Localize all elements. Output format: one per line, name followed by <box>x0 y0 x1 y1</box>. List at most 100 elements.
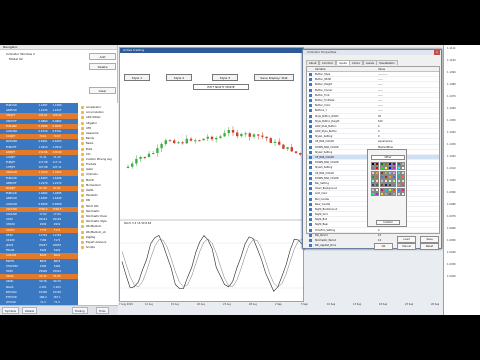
parameter-icon <box>309 166 312 170</box>
candle <box>160 142 163 153</box>
tree-item[interactable]: Model 02 <box>9 57 23 61</box>
tab-visualization[interactable]: Visualization <box>376 60 398 65</box>
price-tick: 1.1000 <box>447 179 456 182</box>
price-tick: 1.0960 <box>447 227 456 230</box>
candle <box>181 140 184 145</box>
market-watch-panel: EURUSD 1.1087 1.1089 GBPUSD 1.2445 1.2447 USDJ… <box>0 103 118 315</box>
parameter-icon <box>309 176 312 180</box>
close-icon[interactable]: × <box>434 50 440 55</box>
parameter-icon <box>309 156 312 159</box>
stochastic-main-line <box>121 234 305 292</box>
parameter-icon <box>309 171 312 175</box>
parameter-icon <box>309 239 312 242</box>
candle <box>210 135 214 141</box>
time-tick: 7 Aug 2019 <box>119 303 133 306</box>
candle <box>194 138 197 144</box>
tab-symbols[interactable]: Symbols <box>2 307 20 314</box>
price-tick: 1.1030 <box>447 143 456 146</box>
candle <box>131 161 134 169</box>
chart-window[interactable]: Active trading Style 1 Style 2 Style 3 S… <box>119 47 305 302</box>
price-tick: 1.1050 <box>447 119 456 122</box>
price-tick: 1.0970 <box>447 215 456 218</box>
save-button[interactable]: Save <box>420 236 439 243</box>
parameter-icon <box>309 78 312 82</box>
parameter-icon <box>309 119 312 123</box>
time-tick: 23 Aug <box>223 303 232 306</box>
parameter-icon <box>309 233 312 237</box>
parameter-icon <box>309 207 312 211</box>
price-tick: 1.0940 <box>447 251 456 254</box>
parameter-icon <box>309 187 312 191</box>
candle <box>257 134 260 140</box>
price-plot <box>120 126 305 292</box>
parameter-icon <box>309 98 312 102</box>
color-swatch[interactable] <box>401 192 406 197</box>
price-tick: 1.1040 <box>447 131 456 134</box>
candle <box>265 136 268 142</box>
indicator-item[interactable]: Scripts <box>80 245 118 250</box>
tab-inputs[interactable]: Inputs <box>336 60 350 65</box>
tab-details[interactable]: Details <box>22 307 37 314</box>
time-tick: 12 Aug <box>145 303 154 306</box>
market-watch-list: EURUSD 1.1087 1.1089 GBPUSD 1.2445 1.2447 USDJ… <box>0 103 78 315</box>
app-window: Navigator Indicator Window 2 Model 02 Ad… <box>0 45 480 315</box>
price-tick: 1.0950 <box>447 239 456 242</box>
other-colors-button[interactable]: Other <box>371 155 405 160</box>
add-button[interactable]: Add <box>89 53 116 60</box>
parameter-icon <box>309 145 312 149</box>
tab-common[interactable]: Common <box>319 60 337 65</box>
cancel-button[interactable]: Cancel <box>397 243 416 250</box>
parameter-icon <box>309 202 312 206</box>
candle <box>248 132 251 141</box>
price-tick: 1.1010 <box>447 167 456 170</box>
parameter-icon <box>309 181 312 185</box>
candle <box>168 139 172 142</box>
time-tick: 5 Sep <box>301 303 308 306</box>
time-tick: 2 Sep <box>275 303 282 306</box>
parameter-icon <box>309 192 312 196</box>
candle <box>139 155 142 163</box>
price-tick: 1.1080 <box>447 83 456 86</box>
parameter-icon <box>309 93 312 97</box>
reset-button[interactable]: Reset <box>420 243 439 250</box>
price-scale: 1.1111 1.1100 1.1090 1.1080 1.1070 1.1060 1.10… <box>443 45 480 315</box>
candle <box>189 136 193 142</box>
parameter-icon <box>309 109 312 113</box>
clear-button[interactable]: Clear <box>89 87 116 94</box>
parameter-icon <box>309 228 312 232</box>
time-tick: 13 Sep <box>353 303 362 306</box>
parameter-icon <box>309 223 312 227</box>
ok-button[interactable]: OK <box>374 243 393 250</box>
parameter-icon <box>309 244 312 248</box>
time-tick: 18 Sep <box>379 303 388 306</box>
navigator-panel: Navigator Indicator Window 2 Model 02 Ad… <box>0 45 118 103</box>
tab-ticks[interactable]: Ticks <box>96 307 109 314</box>
load-button[interactable]: Load <box>397 236 416 243</box>
candle <box>156 144 159 157</box>
candle <box>286 147 289 152</box>
parameter-icon <box>309 161 312 165</box>
parameter-icon <box>309 213 312 217</box>
color-palette-popup: Other Custom <box>367 149 407 227</box>
custom-color-button[interactable]: Custom <box>376 220 400 225</box>
candle <box>236 130 239 139</box>
price-tick: 1.1100 <box>447 59 456 62</box>
candle <box>198 139 201 142</box>
candle <box>126 164 130 169</box>
candle <box>215 136 218 143</box>
price-tick: 1.1020 <box>447 155 456 158</box>
price-tick: 1.1070 <box>447 95 456 98</box>
candle <box>152 151 155 155</box>
candle <box>164 138 167 147</box>
candle <box>219 134 222 140</box>
navigator-bar: Navigator <box>0 45 117 50</box>
parameter-icon <box>309 83 312 87</box>
tree-item[interactable]: Indicator Window 2 <box>6 52 35 56</box>
price-tick: 1.0980 <box>447 203 456 206</box>
tab-levels[interactable]: Levels <box>363 60 377 65</box>
tab-trading[interactable]: Trading <box>72 307 88 314</box>
tab-colors[interactable]: Colors <box>349 60 363 65</box>
tab-about[interactable]: About <box>306 60 320 65</box>
price-tick: 1.0930 <box>447 263 456 266</box>
delete-button[interactable]: Delete <box>89 63 116 70</box>
